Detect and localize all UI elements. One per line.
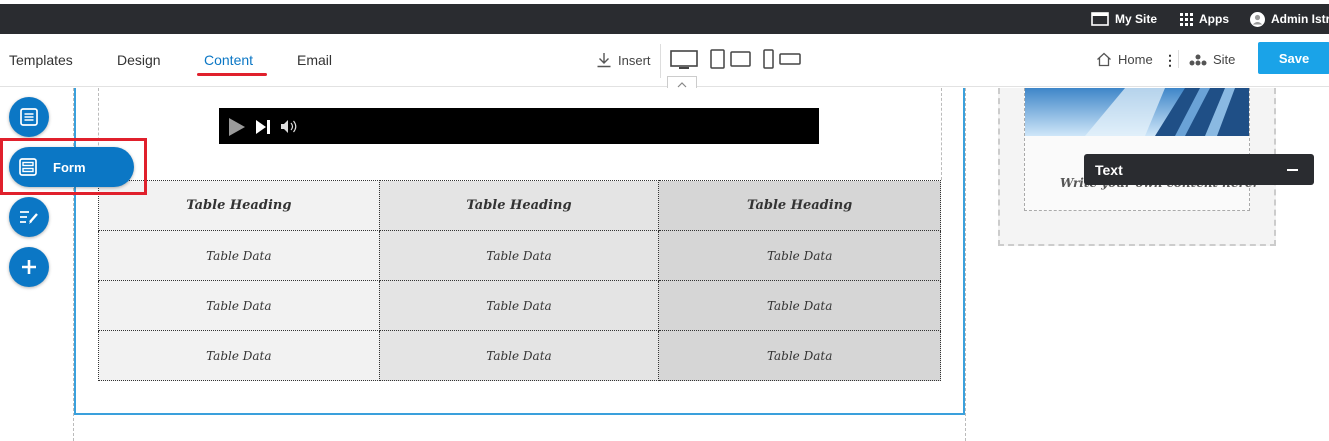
browser-window-icon — [1091, 12, 1109, 26]
tab-design[interactable]: Design — [117, 52, 161, 68]
desktop-view-icon[interactable] — [670, 50, 698, 70]
table-row: Table Data Table Data Table Data — [98, 230, 941, 281]
site-label: Site — [1213, 52, 1236, 67]
site-button[interactable]: Site — [1189, 52, 1235, 67]
edit-text-block-button[interactable] — [9, 197, 49, 237]
apps-link[interactable]: Apps — [1180, 4, 1229, 34]
table-data-cell[interactable]: Table Data — [378, 280, 660, 331]
home-icon — [1097, 52, 1111, 67]
table-row: Table Data Table Data Table Data — [98, 330, 941, 381]
table-data-cell[interactable]: Table Data — [98, 280, 380, 331]
add-block-button[interactable] — [9, 247, 49, 287]
layout-block-button[interactable] — [9, 97, 49, 137]
insert-label: Insert — [618, 52, 651, 68]
table-row: Table Data Table Data Table Data — [98, 280, 941, 331]
collapse-toolbar-toggle[interactable] — [667, 76, 697, 88]
home-page-selector[interactable]: Home — [1096, 52, 1153, 67]
video-player[interactable] — [219, 108, 819, 144]
table-heading-cell[interactable]: Table Heading — [658, 180, 941, 231]
user-avatar-icon — [1250, 11, 1265, 27]
play-icon[interactable] — [228, 118, 246, 136]
page-options-kebab-icon[interactable]: ⋮ — [1163, 52, 1177, 69]
table-heading-cell[interactable]: Table Heading — [378, 180, 660, 231]
save-button[interactable]: Save — [1258, 42, 1329, 74]
table-data-cell[interactable]: Table Data — [98, 230, 380, 281]
table-data-cell[interactable]: Table Data — [658, 330, 941, 381]
insert-button[interactable]: Insert — [596, 52, 651, 68]
mobile-view-icon[interactable] — [762, 49, 802, 69]
building-image[interactable] — [1025, 88, 1249, 136]
tab-templates[interactable]: Templates — [9, 52, 73, 68]
toolbar-divider-2 — [1178, 50, 1179, 68]
plus-icon — [22, 260, 36, 274]
my-site-link[interactable]: My Site — [1091, 4, 1157, 34]
tablet-view-icon[interactable] — [710, 49, 752, 69]
toolbar-divider — [660, 44, 661, 78]
edit-lines-icon — [20, 211, 38, 224]
form-button-highlight — [0, 138, 147, 195]
tab-content[interactable]: Content — [204, 52, 253, 68]
table-data-cell[interactable]: Table Data — [98, 330, 380, 381]
tab-email[interactable]: Email — [297, 52, 332, 68]
text-toolbar-label: Text — [1095, 161, 1123, 178]
content-table[interactable]: Table Heading Table Heading Table Headin… — [98, 180, 941, 381]
table-data-cell[interactable]: Table Data — [658, 280, 941, 331]
layout-list-icon — [20, 108, 38, 126]
my-site-label: My Site — [1115, 12, 1158, 26]
table-data-cell[interactable]: Table Data — [658, 230, 941, 281]
table-header-row: Table Heading Table Heading Table Headin… — [98, 180, 941, 231]
site-structure-icon — [1189, 54, 1207, 65]
admin-label: Admin Istra — [1271, 12, 1329, 26]
text-element-toolbar[interactable]: Text — [1084, 154, 1314, 185]
skip-next-icon[interactable] — [256, 120, 271, 134]
admin-user-menu[interactable]: Admin Istra — [1250, 4, 1329, 34]
home-label: Home — [1118, 52, 1153, 67]
collapse-minus-icon[interactable] — [1287, 168, 1298, 171]
table-data-cell[interactable]: Table Data — [378, 330, 660, 381]
apps-grid-icon — [1180, 12, 1193, 26]
apps-label: Apps — [1199, 12, 1229, 26]
table-data-cell[interactable]: Table Data — [378, 230, 660, 281]
volume-icon[interactable] — [280, 119, 298, 134]
active-tab-indicator — [197, 73, 267, 76]
download-icon — [597, 53, 611, 68]
